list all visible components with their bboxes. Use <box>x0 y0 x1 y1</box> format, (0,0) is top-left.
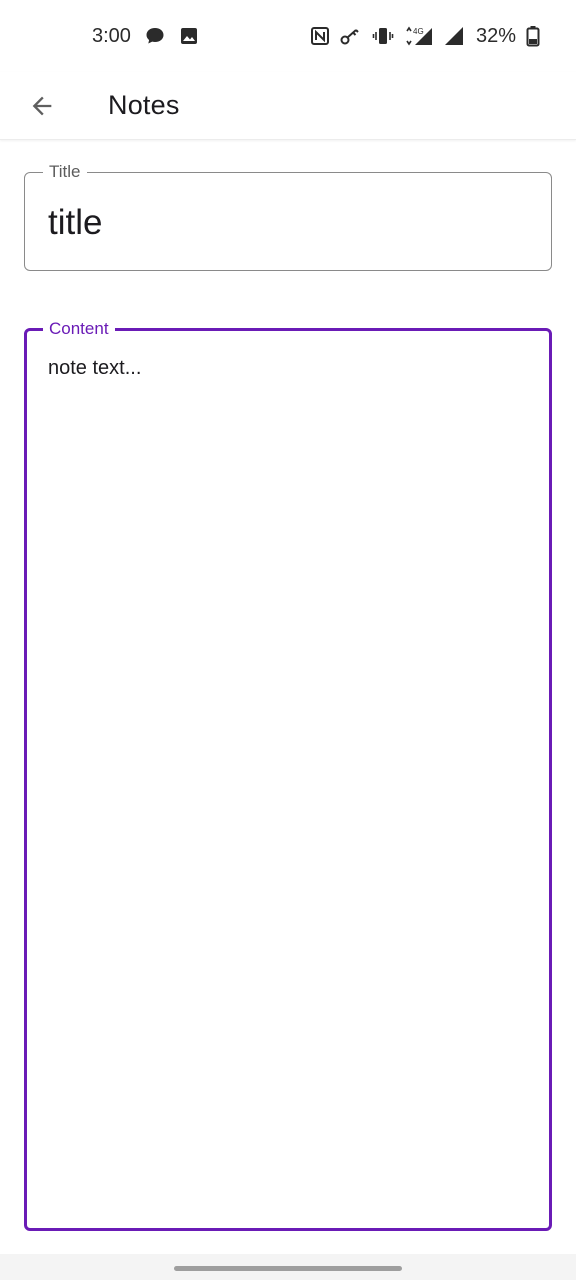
content-field-value[interactable]: note text... <box>48 357 141 380</box>
notes-edit-screen: 3:00 4G 32% Notes Title title Content no… <box>0 0 576 1280</box>
signal-icon <box>444 26 464 46</box>
title-field[interactable]: Title title <box>24 160 552 271</box>
network-type: 4G <box>413 27 424 36</box>
title-field-value[interactable]: title <box>48 203 102 243</box>
nfc-icon <box>310 26 330 46</box>
arrow-back-icon <box>32 96 52 115</box>
image-icon <box>179 26 199 46</box>
battery-icon <box>526 25 540 47</box>
status-time: 3:00 <box>92 24 131 47</box>
message-icon <box>145 26 165 46</box>
vibrate-icon <box>372 26 394 46</box>
title-field-label: Title <box>43 160 87 184</box>
gesture-handle[interactable] <box>174 1266 402 1271</box>
vpn-key-icon <box>340 26 362 46</box>
page-title: Notes <box>108 90 180 120</box>
content-field-label: Content <box>43 317 115 341</box>
battery-percent: 32% <box>475 24 516 47</box>
content-field[interactable]: Content note text... <box>24 317 552 1231</box>
status-bar: 3:00 4G 32% <box>0 0 576 72</box>
network-4g-icon: 4G <box>404 25 434 47</box>
app-bar: Notes <box>0 72 576 140</box>
back-button[interactable] <box>14 78 70 134</box>
